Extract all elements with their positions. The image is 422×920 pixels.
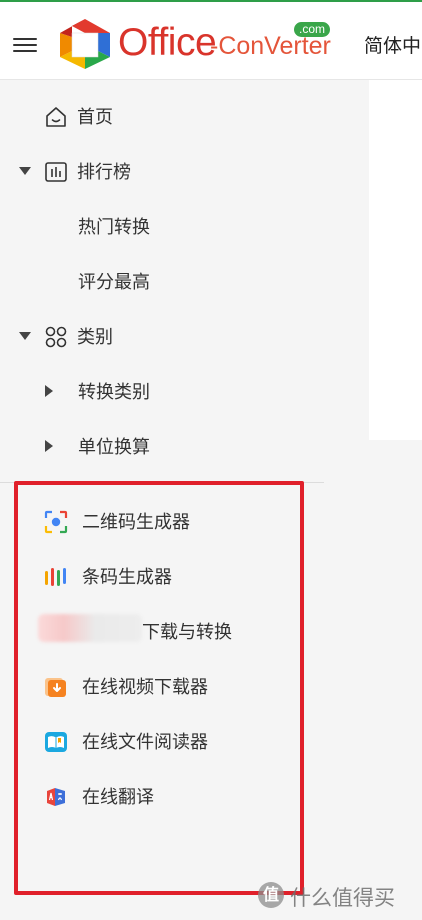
sidebar-item-hot-conversions[interactable]: 热门转换 (0, 199, 324, 254)
sidebar-item-label: 热门转换 (78, 217, 150, 238)
chevron-down-icon (19, 332, 31, 340)
tool-item-download-convert[interactable]: 下载与转换 (0, 604, 324, 659)
watermark-badge: 值 (258, 882, 284, 908)
logo-mark-icon (60, 19, 110, 69)
sidebar-item-categories[interactable]: 类别 (0, 309, 324, 364)
grid-icon (45, 326, 67, 348)
tool-item-label: 二维码生成器 (82, 512, 190, 533)
tool-item-qr-generator[interactable]: 二维码生成器 (0, 494, 324, 549)
watermark-text: 什么值得买 (290, 886, 395, 910)
menu-icon[interactable] (13, 38, 37, 52)
barcode-icon (45, 568, 66, 586)
sidebar-item-unit-conversion[interactable]: 单位换算 (0, 419, 324, 474)
home-icon (46, 107, 66, 127)
content-panel (369, 80, 422, 440)
sidebar-item-label: 转换类别 (78, 382, 150, 403)
tool-item-label: 在线翻译 (82, 787, 154, 808)
chevron-right-icon (45, 385, 53, 397)
chevron-down-icon (19, 167, 31, 175)
qr-scan-icon (44, 510, 68, 534)
tool-item-file-reader[interactable]: 在线文件阅读器 (0, 714, 324, 769)
sidebar-item-label: 单位换算 (78, 437, 150, 458)
video-download-icon (45, 678, 66, 697)
tool-item-label: 在线文件阅读器 (82, 732, 208, 753)
sidebar-item-top-rated[interactable]: 评分最高 (0, 254, 324, 309)
sidebar-item-conversion-categories[interactable]: 转换类别 (0, 364, 324, 419)
logo-com-badge: .com (294, 22, 331, 37)
sidebar-item-ranking[interactable]: 排行榜 (0, 144, 324, 199)
tool-item-label: 在线视频下载器 (82, 677, 208, 698)
tool-item-translate[interactable]: 在线翻译 (0, 769, 324, 824)
language-selector[interactable]: 简体中 (364, 31, 421, 58)
sidebar-item-label: 评分最高 (78, 272, 150, 293)
logo-office-text: Office (118, 21, 217, 64)
header: Office -ConVerter .com 简体中 (0, 2, 422, 80)
sidebar-item-home[interactable]: 首页 (0, 89, 324, 144)
watermark: 值 什么值得买 (258, 880, 418, 910)
bar-chart-icon (45, 162, 67, 182)
sidebar-item-label: 首页 (77, 107, 113, 128)
sidebar-item-label: 排行榜 (77, 162, 131, 183)
tool-item-barcode-generator[interactable]: 条码生成器 (0, 549, 324, 604)
translate-icon (47, 788, 65, 806)
sidebar-item-label: 类别 (77, 327, 113, 348)
chevron-right-icon (45, 440, 53, 452)
book-reader-icon (45, 732, 67, 752)
tool-item-video-downloader[interactable]: 在线视频下载器 (0, 659, 324, 714)
tool-item-label: 条码生成器 (82, 567, 172, 588)
site-logo[interactable]: Office -ConVerter .com (58, 17, 348, 73)
tool-item-label: 下载与转换 (142, 622, 232, 643)
